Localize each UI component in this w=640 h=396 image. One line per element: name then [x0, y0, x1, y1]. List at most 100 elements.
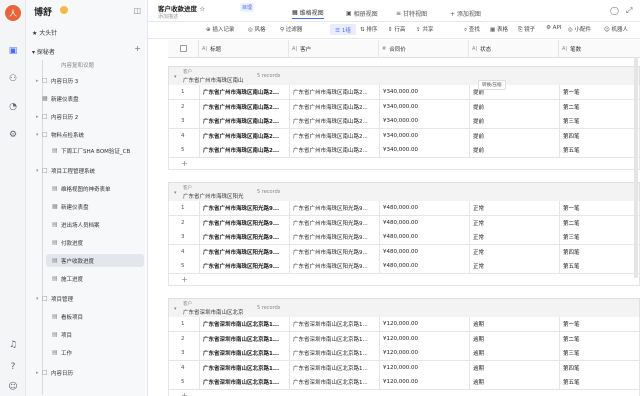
table-button[interactable]: ▦ 表格	[490, 25, 508, 33]
tab-grid-view[interactable]: ▦ 维格视图	[292, 7, 324, 19]
cell-title[interactable]: 广东省广州市海珠区南山路2...	[199, 143, 289, 157]
cell-title[interactable]: 广东省广州市海珠区南山路2...	[199, 114, 289, 128]
cell-customer[interactable]: 广东省广州市海珠区阳光路9...	[289, 259, 379, 273]
sidebar-item[interactable]: ▸ □ 内容日历 2	[36, 110, 144, 123]
sidebar-item[interactable]: ▤ 客户收款进度	[46, 254, 144, 267]
cell-count[interactable]: 第三笔	[559, 346, 640, 360]
cell-count[interactable]: 第四笔	[559, 360, 640, 375]
cell-title[interactable]: 广东省广州市海珠区南山路2...	[199, 128, 289, 143]
cell-price[interactable]: ¥340,000.00	[379, 99, 469, 114]
cell-status[interactable]: 逾期	[469, 375, 559, 389]
cell-count[interactable]: 第四笔	[559, 128, 640, 143]
cell-customer[interactable]: 广东省广州市海珠区南山路2...	[289, 114, 379, 128]
sidebar-item[interactable]: 内容复和议题	[46, 58, 144, 71]
cell-customer[interactable]: 广东省深圳市南山区北京路1...	[289, 317, 379, 331]
help-icon[interactable]: ?	[6, 360, 20, 374]
cell-price[interactable]: ¥340,000.00	[379, 143, 469, 157]
vertical-scrollbar[interactable]	[634, 58, 638, 278]
add-view-button[interactable]: + 添加视图	[450, 7, 481, 19]
cell-price[interactable]: ¥480,000.00	[379, 259, 469, 273]
cell-price[interactable]: ¥480,000.00	[379, 215, 469, 230]
cell-price[interactable]: ¥120,000.00	[379, 346, 469, 360]
cell-status[interactable]: 逾期	[469, 360, 559, 375]
group-header[interactable]: ▾ 客户 广东省广州市海珠区南山 5 records	[168, 66, 640, 85]
cell-customer[interactable]: 广东省深圳市南山区北京路1...	[289, 375, 379, 389]
style-button[interactable]: ◎ 风格	[248, 25, 266, 33]
cell-customer[interactable]: 广东省广州市海珠区南山路2...	[289, 143, 379, 157]
cell-title[interactable]: 广东省广州市海珠区阳光路9...	[199, 230, 289, 244]
cell-customer[interactable]: 广东省广州市海珠区阳光路9...	[289, 201, 379, 215]
avatar[interactable]: 人	[5, 5, 21, 21]
cell-status[interactable]: 正常	[469, 230, 559, 244]
cell-status[interactable]: 正常	[469, 259, 559, 273]
share-button[interactable]: ⇪ 共享	[416, 25, 433, 33]
sort-button[interactable]: ⇅ 排序	[360, 25, 377, 33]
table-row[interactable]: 2 广东省广州市海珠区阳光路9... 广东省广州市海珠区阳光路9... ¥480,00…	[168, 215, 640, 231]
cell-count[interactable]: 第一笔	[559, 201, 640, 215]
cell-customer[interactable]: 广东省深圳市南山区北京路1...	[289, 360, 379, 375]
cell-count[interactable]: 第五笔	[559, 375, 640, 389]
cell-count[interactable]: 第五笔	[559, 259, 640, 273]
cell-customer[interactable]: 广东省广州市海珠区南山路2...	[289, 85, 379, 99]
fullscreen-icon[interactable]: ⤢	[626, 6, 632, 16]
cell-count[interactable]: 第一笔	[559, 85, 640, 99]
sidebar-item[interactable]: ▸ □ 内容日历 3	[36, 74, 144, 87]
sidebar-item[interactable]: ▤ 工作	[46, 346, 144, 359]
cell-price[interactable]: ¥340,000.00	[379, 114, 469, 128]
table-row[interactable]: 2 广东省深圳市南山区北京路1... 广东省深圳市南山区北京路1... ¥120,00…	[168, 331, 640, 347]
cell-count[interactable]: 第四笔	[559, 244, 640, 259]
sidebar-item[interactable]: ▾ □ 物料点检系统	[36, 128, 144, 141]
robot-button[interactable]: ☺ 机器人	[604, 25, 628, 33]
mirror-button[interactable]: ⎘ 镜子	[518, 25, 535, 34]
cell-title[interactable]: 广东省广州市海珠区南山路2...	[199, 85, 289, 99]
cell-count[interactable]: 第三笔	[559, 230, 640, 244]
table-row[interactable]: 1 广东省广州市海珠区阳光路9... 广东省广州市海珠区阳光路9... ¥480,00…	[168, 201, 640, 216]
cell-status[interactable]: 正常	[469, 244, 559, 259]
add-row-button[interactable]: +	[168, 157, 640, 170]
cell-price[interactable]: ¥480,000.00	[379, 201, 469, 215]
cell-price[interactable]: ¥340,000.00	[379, 128, 469, 143]
cell-title[interactable]: 广东省深圳市南山区北京路1...	[199, 331, 289, 346]
table-row[interactable]: 5 广东省广州市海珠区阳光路9... 广东省广州市海珠区阳光路9... ¥480,00…	[168, 259, 640, 274]
chart-icon[interactable]: ◔	[6, 100, 20, 114]
sidebar-item[interactable]: ▤ 维格视图的神奇表单	[46, 182, 144, 195]
widget-button[interactable]: ◎ 小配件	[568, 25, 591, 33]
cell-title[interactable]: 广东省广州市海珠区阳光路9...	[199, 215, 289, 230]
table-row[interactable]: 3 广东省广州市海珠区阳光路9... 广东省广州市海珠区阳光路9... ¥480,00…	[168, 230, 640, 245]
select-all-checkbox[interactable]	[180, 45, 187, 52]
cell-customer[interactable]: 广东省深圳市南山区北京路1...	[289, 331, 379, 346]
cell-count[interactable]: 第二笔	[559, 215, 640, 230]
add-node-icon[interactable]: +	[134, 44, 141, 53]
search-button[interactable]: ⌕ 查找	[464, 25, 480, 34]
insert-record-button[interactable]: ⊕ 插入记录	[206, 25, 234, 33]
table-row[interactable]: 5 广东省深圳市南山区北京路1... 广东省深圳市南山区北京路1... ¥120,00…	[168, 375, 640, 390]
table-row[interactable]: 4 广东省深圳市南山区北京路1... 广东省深圳市南山区北京路1... ¥120,00…	[168, 360, 640, 376]
cell-count[interactable]: 第二笔	[559, 99, 640, 114]
row-height-button[interactable]: ⇕ 行高	[388, 25, 405, 33]
cell-customer[interactable]: 广东省深圳市南山区北京路1...	[289, 346, 379, 360]
cell-status[interactable]: 正常	[469, 215, 559, 230]
table-row[interactable]: 2 广东省广州市海珠区南山路2... 广东省广州市海珠区南山路2... ¥340,00…	[168, 99, 640, 115]
cell-status[interactable]: 逾期	[469, 346, 559, 360]
tab-gallery-view[interactable]: ▣ 相册视图	[346, 7, 378, 19]
chevron-down-icon[interactable]: ▾	[174, 74, 177, 80]
table-row[interactable]: 1 广东省广州市海珠区南山路2... 广东省广州市海珠区南山路2... ¥340,00…	[168, 85, 640, 100]
group-header[interactable]: ▾ 客户 广东省深圳市南山区北京 5 records	[168, 298, 640, 317]
cell-price[interactable]: ¥480,000.00	[379, 230, 469, 244]
datasheet-description[interactable]: 添加描述	[158, 13, 178, 20]
cell-status[interactable]: 提前	[469, 143, 559, 157]
table-row[interactable]: 3 广东省广州市海珠区南山路2... 广东省广州市海珠区南山路2... ¥340,00…	[168, 114, 640, 129]
cell-customer[interactable]: 广东省广州市海珠区阳光路9...	[289, 244, 379, 259]
cell-status[interactable]: 逾期	[469, 317, 559, 331]
sidebar-group-pinned[interactable]: ★ 大头针	[32, 28, 57, 37]
sidebar-item[interactable]: ▤ 付款进度	[46, 236, 144, 249]
cell-title[interactable]: 广东省广州市海珠区南山路2...	[199, 99, 289, 114]
cell-count[interactable]: 第三笔	[559, 114, 640, 128]
cell-price[interactable]: ¥120,000.00	[379, 375, 469, 389]
cell-title[interactable]: 广东省广州市海珠区阳光路9...	[199, 259, 289, 273]
cell-customer[interactable]: 广东省广州市海珠区阳光路9...	[289, 230, 379, 244]
cell-status[interactable]: 提前	[469, 128, 559, 143]
group-header[interactable]: ▾ 客户 广东省广州市海珠区阳光 5 records	[168, 182, 640, 201]
sidebar-group-explorer[interactable]: ▾ 探秘者	[32, 47, 55, 56]
column-title[interactable]: A| 标题	[198, 40, 288, 58]
